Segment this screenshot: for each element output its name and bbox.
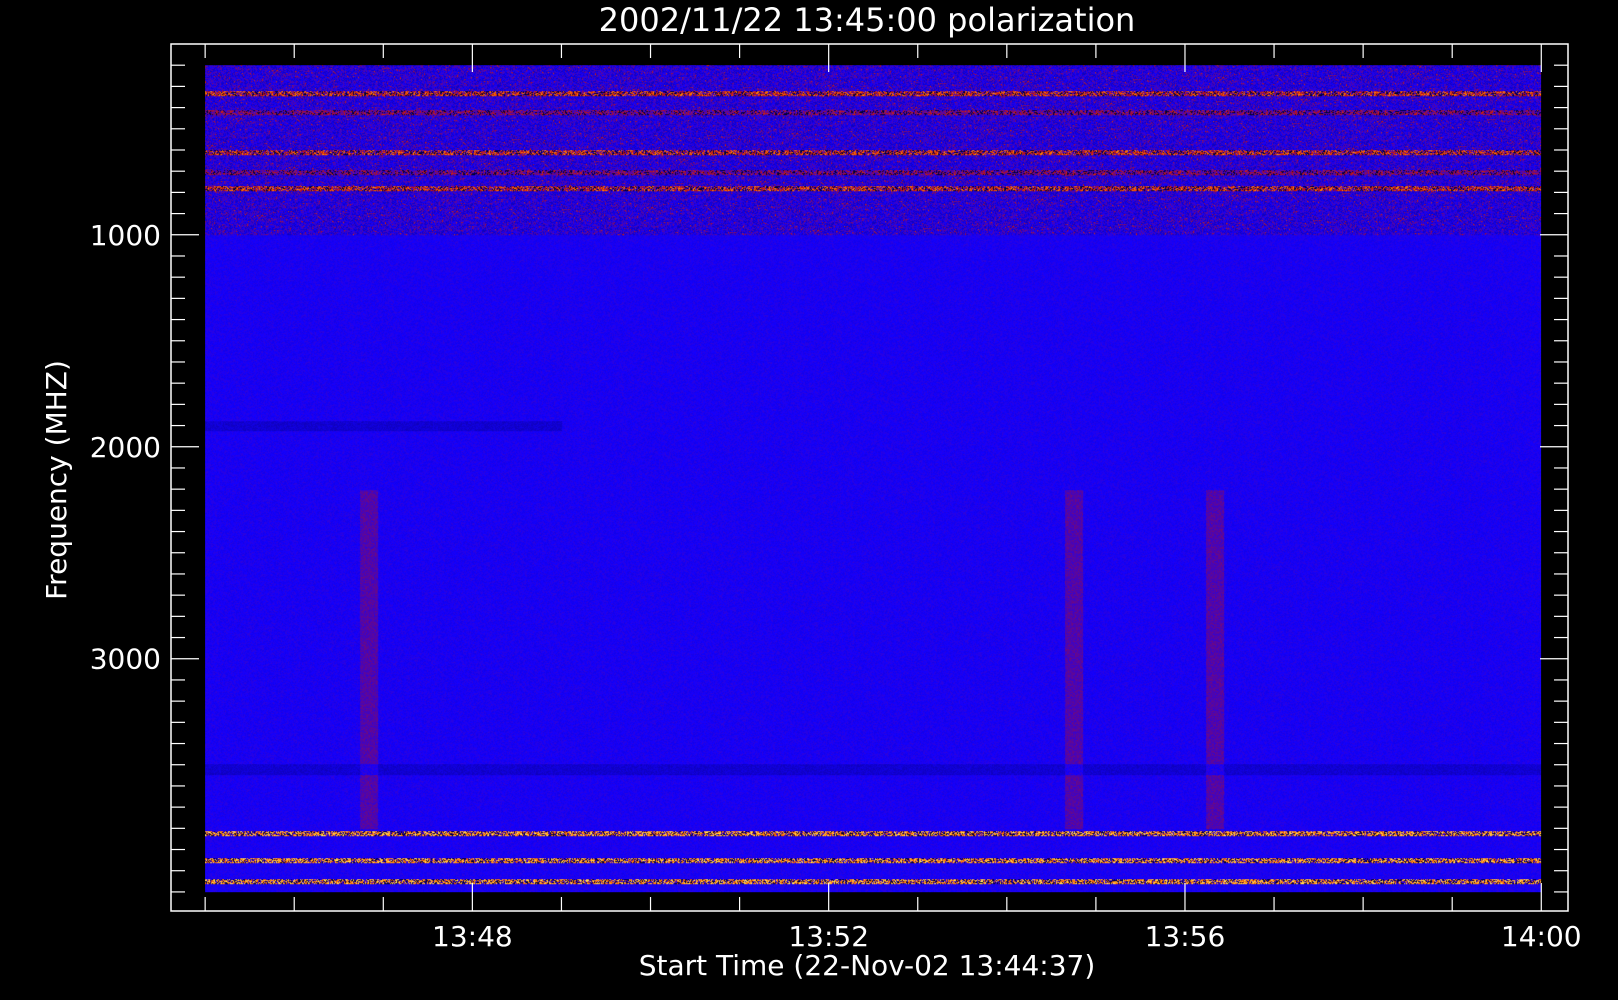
- chart-title: 2002/11/22 13:45:00 polarization: [599, 1, 1136, 39]
- y-tick-label: 1000: [90, 219, 161, 252]
- y-axis-label: Frequency (MHZ): [40, 360, 73, 600]
- spectrogram-chart: 10002000300013:48 13:52 13:56 14:00 2002/11…: [0, 0, 1618, 1000]
- x-tick-label: 13:48: [432, 920, 513, 953]
- x-axis-label: Start Time (22-Nov-02 13:44:37): [639, 949, 1096, 982]
- x-tick-label: 14:00: [1501, 920, 1582, 953]
- y-tick-label: 2000: [90, 431, 161, 464]
- y-tick-label: 3000: [90, 643, 161, 676]
- heatmap-raster: [205, 65, 1542, 893]
- x-tick-label: 13:56: [1145, 920, 1226, 953]
- heatmap-image: [205, 65, 1542, 893]
